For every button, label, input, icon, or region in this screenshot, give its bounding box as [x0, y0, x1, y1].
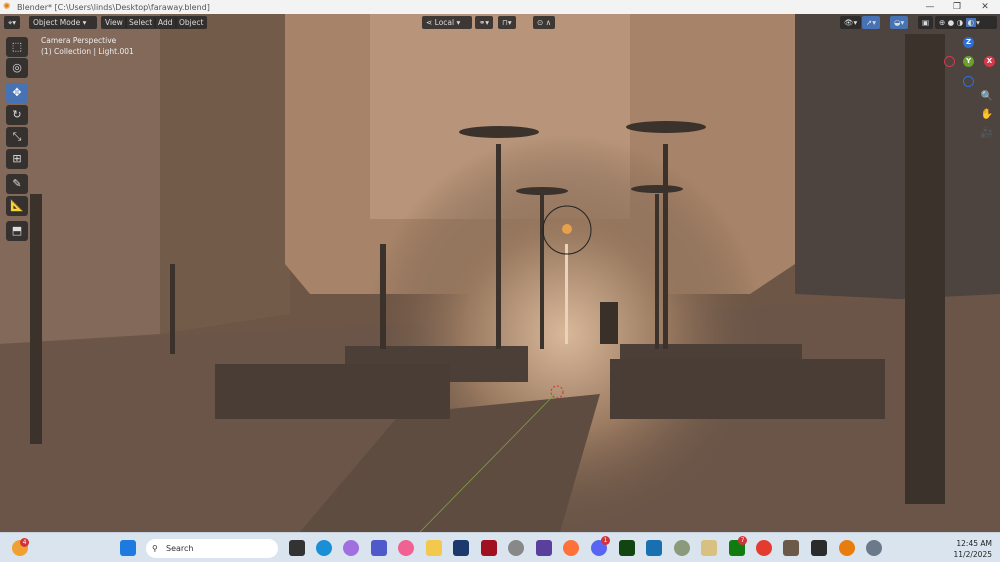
app-yellow-icon[interactable] [701, 540, 717, 556]
blender-icon[interactable] [839, 540, 855, 556]
discord-badge: 1 [601, 536, 610, 545]
search-box[interactable]: ⚲ Search [146, 539, 278, 558]
visibility-icon[interactable]: 👁▾ [840, 16, 862, 29]
maximize-button[interactable]: ❐ [942, 0, 972, 14]
add-cube-tool-icon[interactable]: ⬒ [6, 221, 28, 241]
orientation-label: Local [434, 18, 455, 27]
photoshop-icon[interactable] [453, 540, 469, 556]
title-bar: ✺ Blender* [C:\Users\linds\Desktop\faraw… [0, 0, 1000, 14]
camera-view-icon[interactable]: 🎥 [978, 125, 996, 143]
itunes-icon[interactable] [398, 540, 414, 556]
viewport-header: ⌖▾ Object Mode ▾ View Select Add Object … [0, 14, 1000, 31]
gizmo-x-axis[interactable]: X [984, 56, 995, 67]
gizmo-neg-x-axis[interactable] [944, 56, 955, 67]
collection-info: (1) Collection | Light.001 [41, 47, 134, 56]
pan-view-icon[interactable]: ✋ [978, 106, 996, 124]
menu-select[interactable]: Select [125, 16, 157, 29]
cursor-tool-icon[interactable]: ◎ [6, 58, 28, 78]
rotate-tool-icon[interactable]: ↻ [6, 105, 28, 125]
view-name: Camera Perspective [41, 36, 117, 45]
mode-dropdown[interactable]: Object Mode ▾ [29, 16, 97, 29]
copilot-icon[interactable] [343, 540, 359, 556]
search-icon: ⚲ [152, 544, 158, 553]
time: 12:45 AM [956, 539, 992, 548]
date: 11/2/2025 [953, 550, 992, 559]
start-icon[interactable] [120, 540, 136, 556]
weather-badge: 4 [20, 538, 29, 547]
overlays-toggle-icon[interactable]: ◒▾ [890, 16, 909, 29]
annotate-tool-icon[interactable]: ✎ [6, 174, 28, 194]
gizmo-z-axis[interactable]: Z [963, 37, 974, 48]
clock[interactable]: 12:45 AM 11/2/2025 [954, 538, 992, 560]
gizmo-toggle-icon[interactable]: ➚▾ [862, 16, 881, 29]
editor-type-button[interactable]: ⌖▾ [4, 16, 20, 29]
minecraft-icon[interactable] [783, 540, 799, 556]
pycharm-icon[interactable] [619, 540, 635, 556]
gizmo-neg-z-axis[interactable] [963, 76, 974, 87]
edge-icon[interactable] [316, 540, 332, 556]
teams-icon[interactable] [371, 540, 387, 556]
blender-logo-icon: ✺ [3, 2, 11, 12]
transform-orientation-dropdown[interactable]: ⋖ Local ▾ [422, 16, 472, 29]
app-blue-icon[interactable] [646, 540, 662, 556]
jw-icon[interactable] [536, 540, 552, 556]
taskbar: 4 ⚲ Search 1 7 12:45 AM 11/2/2025 [0, 532, 1000, 562]
proportional-edit-icon[interactable]: ⊙ ∧ [533, 16, 556, 29]
task-view-icon[interactable] [289, 540, 305, 556]
mode-label: Object Mode [33, 18, 81, 27]
snap-icon[interactable]: ⊓▾ [498, 16, 516, 29]
scene-render [0, 14, 1000, 532]
shading-modes[interactable]: ⊕ ● ◑ ◐ ▾ [935, 16, 997, 29]
settings-icon[interactable] [866, 540, 882, 556]
search-placeholder: Search [166, 544, 194, 553]
app-green-icon[interactable] [674, 540, 690, 556]
pivot-point-icon[interactable]: ⚭▾ [475, 16, 494, 29]
terminal-icon[interactable] [811, 540, 827, 556]
chrome-icon[interactable] [756, 540, 772, 556]
xbox-badge: 7 [738, 536, 747, 545]
file-explorer-icon[interactable] [426, 540, 442, 556]
scale-tool-icon[interactable]: ⤡ [6, 127, 28, 147]
measure-tool-icon[interactable]: 📐 [6, 196, 28, 216]
minimize-button[interactable]: — [915, 0, 945, 14]
move-tool-icon[interactable]: ✥ [6, 83, 28, 103]
menu-view[interactable]: View [101, 16, 127, 29]
app-gray-icon[interactable] [508, 540, 524, 556]
app-red-icon[interactable] [481, 540, 497, 556]
window-title: Blender* [C:\Users\linds\Desktop\faraway… [17, 2, 210, 12]
gizmo-y-axis[interactable]: Y [963, 56, 974, 67]
xray-icon[interactable]: ▣ [918, 16, 934, 29]
menu-object[interactable]: Object [175, 16, 208, 29]
select-box-tool-icon[interactable]: ⬚ [6, 37, 28, 57]
menu-add[interactable]: Add [154, 16, 177, 29]
firefox-icon[interactable] [563, 540, 579, 556]
zoom-view-icon[interactable]: 🔍 [978, 88, 996, 106]
3d-viewport[interactable] [0, 14, 1000, 532]
transform-tool-icon[interactable]: ⊞ [6, 149, 28, 169]
close-button[interactable]: ✕ [970, 0, 1000, 14]
